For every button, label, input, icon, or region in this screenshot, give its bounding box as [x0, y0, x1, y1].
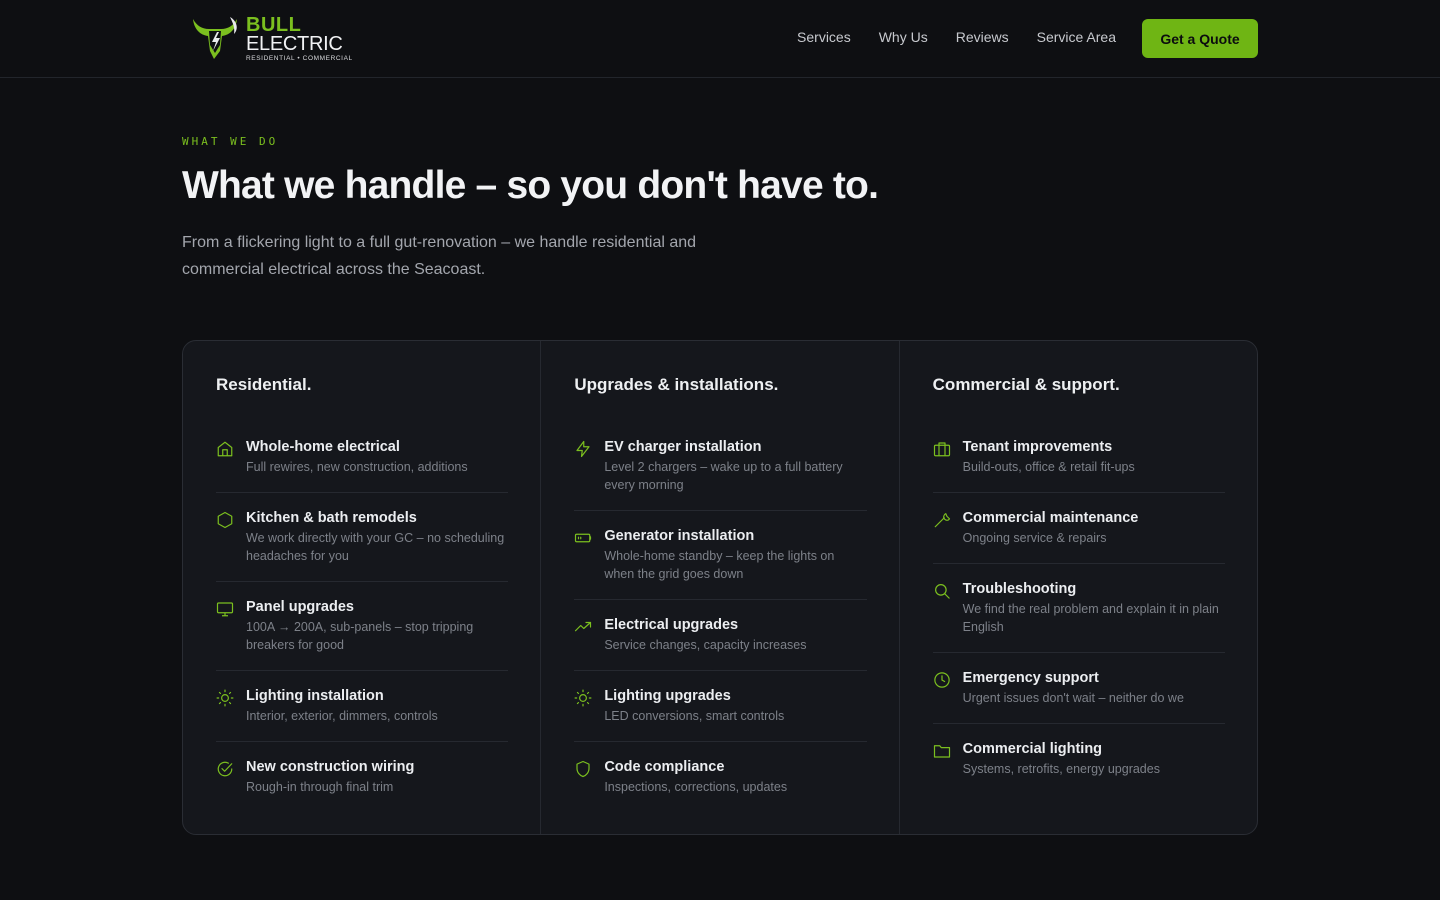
nav-link-services[interactable]: Services: [797, 29, 851, 45]
column-commercial: Commercial & support. Tenant improvement…: [900, 341, 1257, 834]
service-name: Whole-home electrical: [246, 439, 400, 455]
monitor-icon: [216, 602, 234, 617]
nav-link-why-us[interactable]: Why Us: [879, 29, 928, 45]
service-name: Commercial lighting: [962, 741, 1103, 757]
service-name: Kitchen & bath remodels: [246, 510, 417, 526]
bull-logo-icon: [193, 17, 237, 59]
service-item: Kitchen & bath remodels We work directly …: [216, 509, 509, 582]
section-eyebrow: WHAT WE DO: [182, 135, 279, 148]
sun-icon: [574, 689, 592, 707]
column-title: Upgrades & installations.: [574, 375, 779, 394]
service-item: Panel upgrades 100A → 200A, sub-panels – …: [216, 598, 509, 671]
service-name: Electrical upgrades: [604, 617, 739, 633]
service-description: Service changes, capacity increases: [604, 638, 807, 652]
service-item: Lighting installation Interior, exterior,…: [216, 687, 509, 742]
get-a-quote-button[interactable]: Get a Quote: [1142, 19, 1258, 58]
service-item: EV charger installation Level 2 chargers …: [574, 438, 867, 511]
service-description: Full rewires, new construction, addition…: [246, 460, 468, 474]
hexagon-icon: [217, 511, 233, 529]
column-title: Commercial & support.: [932, 375, 1120, 394]
service-description: We work directly with your GC – no sched…: [246, 531, 505, 563]
column-title: Residential.: [216, 375, 312, 394]
briefcase-icon: [933, 442, 950, 457]
column-residential: Residential. Whole-home electrical Full r…: [183, 341, 542, 834]
service-item: Lighting upgrades LED conversions, smart …: [574, 687, 867, 742]
nav-link-reviews[interactable]: Reviews: [956, 29, 1009, 45]
folder-icon: [933, 745, 950, 758]
brand-name-primary: BULL: [246, 14, 302, 37]
service-description: Ongoing service & repairs: [962, 531, 1107, 545]
service-item: Code compliance Inspections, corrections,…: [574, 758, 866, 812]
nav-link-service-area[interactable]: Service Area: [1037, 29, 1116, 45]
service-name: Commercial maintenance: [962, 510, 1139, 526]
shield-icon: [576, 760, 590, 778]
service-name: Emergency support: [962, 670, 1099, 686]
check-circle-icon: [217, 761, 233, 777]
brand-tagline: RESIDENTIAL • COMMERCIAL: [246, 55, 353, 63]
service-item: Tenant improvements Build-outs, office & …: [932, 438, 1225, 493]
service-item: Troubleshooting We find the real problem …: [932, 580, 1225, 653]
service-description: 100A → 200A, sub-panels – stop tripping …: [246, 620, 474, 652]
service-name: Tenant improvements: [962, 439, 1113, 455]
service-name: New construction wiring: [246, 759, 415, 775]
service-name: Panel upgrades: [246, 599, 354, 615]
main-nav: Services Why Us Reviews Service Area: [797, 29, 1116, 45]
service-description: Systems, retrofits, energy upgrades: [962, 762, 1160, 776]
service-name: Lighting upgrades: [604, 688, 731, 704]
service-name: EV charger installation: [604, 439, 762, 455]
service-description: We find the real problem and explain it …: [962, 602, 1219, 634]
sun-icon: [216, 689, 234, 707]
service-item: Whole-home electrical Full rewires, new c…: [216, 438, 509, 493]
clock-icon: [933, 672, 950, 688]
site-header: BULL ELECTRIC RESIDENTIAL • COMMERCIAL S…: [0, 0, 1440, 78]
service-name: Troubleshooting: [962, 581, 1077, 597]
service-item: Emergency support Urgent issues don't wai…: [932, 669, 1225, 724]
service-item: Electrical upgrades Service changes, capa…: [574, 616, 867, 671]
bolt-icon: [576, 440, 590, 458]
wrench-icon: [934, 513, 950, 528]
service-item: Commercial lighting Systems, retrofits, e…: [933, 740, 1225, 794]
section-headline: What we handle – so you don't have to.: [182, 164, 879, 207]
service-name: Code compliance: [604, 759, 725, 775]
column-upgrades: Upgrades & installations. EV charger ins…: [541, 341, 900, 834]
service-name: Lighting installation: [246, 688, 384, 704]
service-item: Generator installation Whole-home standby…: [574, 527, 867, 600]
service-item: Commercial maintenance Ongoing service & …: [932, 509, 1225, 564]
service-description: Whole-home standby – keep the lights on …: [604, 549, 835, 581]
section-description: From a flickering light to a full gut-re…: [182, 234, 697, 278]
service-item: New construction wiring Rough-in through …: [216, 758, 508, 812]
service-description: Level 2 chargers – wake up to a full bat…: [604, 460, 843, 492]
service-description: Inspections, corrections, updates: [604, 780, 788, 794]
service-description: Build-outs, office & retail fit-ups: [962, 460, 1135, 474]
brand-name-secondary: ELECTRIC: [246, 33, 343, 56]
brand-logo[interactable]: BULL ELECTRIC RESIDENTIAL • COMMERCIAL: [190, 14, 360, 64]
service-description: LED conversions, smart controls: [604, 709, 785, 723]
search-icon: [934, 584, 950, 599]
service-description: Interior, exterior, dimmers, controls: [246, 709, 438, 723]
battery-icon: [575, 533, 592, 543]
service-description: Rough-in through final trim: [246, 780, 394, 794]
service-name: Generator installation: [604, 528, 755, 544]
services-card: Residential. Whole-home electrical Full r…: [182, 340, 1258, 835]
service-description: Urgent issues don't wait – neither do we: [962, 691, 1184, 705]
trending-up-icon: [575, 621, 592, 632]
home-icon: [217, 441, 233, 457]
